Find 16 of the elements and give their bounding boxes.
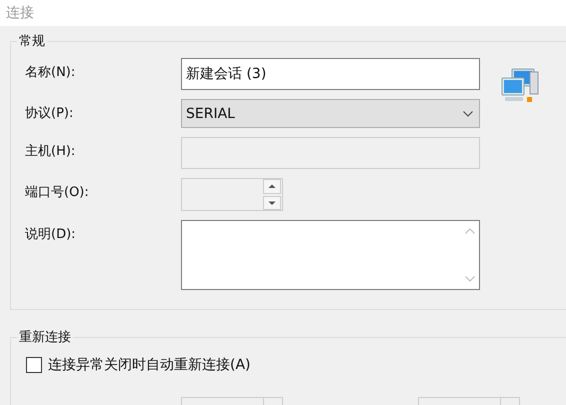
section-title: 连接 [6,4,34,22]
scroll-up-icon[interactable] [465,228,475,234]
field-label: 端口号(O): [25,184,90,202]
text-field[interactable]: 新建会话 (3) [181,58,480,90]
field-label: 说明(D): [25,226,77,244]
group-title: 常规 [18,33,46,50]
description-textarea[interactable] [181,220,480,290]
field-label: 名称(N): [25,64,76,82]
field-label: 协议(P): [25,105,74,123]
protocol-dropdown[interactable]: SERIAL [181,99,480,128]
scroll-down-icon[interactable] [465,276,475,282]
caret-icon [463,110,473,116]
checkbox[interactable] [26,357,42,373]
checkbox-label[interactable]: 连接异常关闭时自动重新连接(A) [48,356,251,374]
field-label: 主机(H): [25,143,76,161]
group-title: 重新连接 [18,329,72,346]
